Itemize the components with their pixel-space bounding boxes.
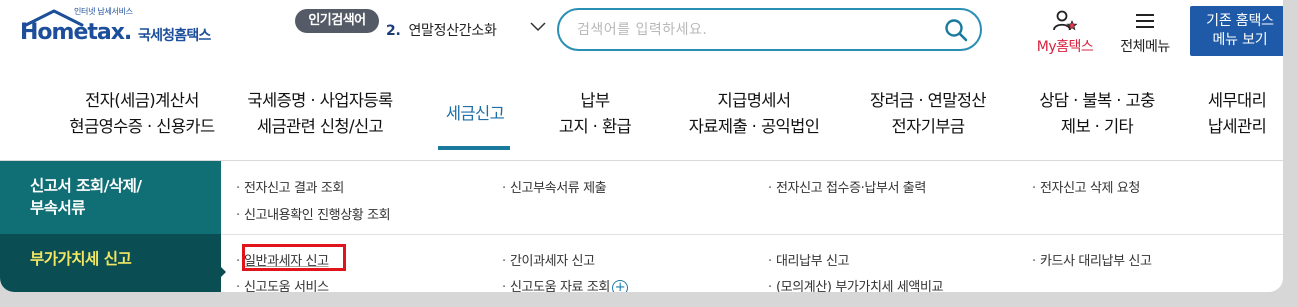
category-label: 부속서류	[30, 199, 86, 217]
gnb-incentive[interactable]: 장려금 · 연말정산 전자기부금	[848, 88, 1008, 140]
all-menu-label: 전체메뉴	[1120, 39, 1170, 55]
page: 인터넷 납세서비스 Hometax. 국세청홈택스 인기검색어 2. 연말정산간소…	[0, 0, 1283, 292]
link-label: 대리납부 신고	[776, 254, 850, 269]
gnb-label: 현금영수증 · 신용카드	[69, 117, 215, 136]
gnb-label: 전자(세금)계산서	[85, 91, 199, 110]
gnb-certificate[interactable]: 국세증명 · 사업자등록 세금관련 신청/신고	[232, 88, 408, 140]
active-tab-indicator	[438, 146, 510, 150]
popular-search-term[interactable]: 2. 연말정산간소화	[386, 20, 497, 40]
link-label: 전자신고 접수증·납부서 출력	[776, 181, 926, 196]
link-receipt-print[interactable]: · 전자신고 접수증·납부서 출력	[768, 177, 926, 196]
gnb-label: 세금관련 신청/신고	[256, 117, 384, 136]
bullet: ·	[236, 181, 240, 196]
gnb-label: 납부	[580, 91, 610, 110]
popular-search-text: 연말정산간소화	[408, 23, 497, 39]
link-filing-help-data[interactable]: · 신고도움 자료 조회 +	[502, 276, 628, 292]
link-simplified-taxpayer-return[interactable]: · 간이과세자 신고	[502, 250, 595, 269]
link-progress-inquiry[interactable]: · 신고내용확인 진행상황 조회	[236, 204, 391, 223]
search-box	[557, 8, 982, 51]
link-attachment-submit[interactable]: · 신고부속서류 제출	[502, 177, 607, 196]
link-label: 신고내용확인 진행상황 조회	[244, 208, 391, 223]
link-proxy-payment-return[interactable]: · 대리납부 신고	[768, 250, 849, 269]
bullet: ·	[768, 254, 772, 269]
legacy-menu-line1: 기존 홈택스	[1206, 13, 1274, 29]
plus-icon[interactable]: +	[611, 279, 628, 292]
link-label: 신고부속서류 제출	[510, 181, 607, 196]
link-e-filing-result[interactable]: · 전자신고 결과 조회	[236, 177, 344, 196]
legacy-menu-line2: 메뉴 보기	[1212, 32, 1268, 48]
link-label: 전자신고 결과 조회	[244, 181, 344, 196]
link-label: 간이과세자 신고	[510, 254, 595, 269]
link-label: 신고도움 자료 조회	[510, 280, 610, 292]
link-label: 카드사 대리납부 신고	[1040, 254, 1152, 269]
logo-subtitle: 국세청홈택스	[138, 28, 211, 44]
legacy-menu-button[interactable]: 기존 홈택스 메뉴 보기	[1190, 6, 1283, 56]
chevron-down-icon[interactable]	[530, 22, 546, 32]
gnb-tax-return[interactable]: 세금신고	[430, 101, 520, 127]
gnb-payment-statement[interactable]: 지급명세서 자료제출 · 공익법인	[666, 88, 842, 140]
gnb-label: 고지 · 환급	[558, 117, 632, 136]
bullet: ·	[236, 280, 240, 292]
gnb-label: 납세관리	[1207, 117, 1267, 136]
gnb-payment[interactable]: 납부 고지 · 환급	[540, 88, 650, 140]
category-label: 신고서 조회/삭제/	[30, 177, 142, 195]
logo-tagline: 인터넷 납세서비스	[74, 7, 133, 16]
gnb-label: 전자기부금	[891, 117, 966, 136]
gnb-label: 국세증명 · 사업자등록	[247, 91, 393, 110]
highlight-box	[242, 244, 346, 271]
category-return-inquiry[interactable]: 신고서 조회/삭제/ 부속서류	[0, 161, 221, 234]
popular-search-badge: 인기검색어	[295, 9, 379, 33]
user-star-icon	[1053, 10, 1078, 31]
bullet: ·	[502, 181, 506, 196]
main-navigation: 전자(세금)계산서 현금영수증 · 신용카드 국세증명 · 사업자등록 세금관련…	[0, 88, 1283, 152]
gnb-label: 세무대리	[1207, 91, 1267, 110]
my-hometax-label: My홈택스	[1036, 39, 1094, 55]
link-filing-help-service[interactable]: · 신고도움 서비스	[236, 276, 329, 292]
hamburger-icon	[1136, 14, 1154, 28]
link-vat-simulation[interactable]: · (모의계산) 부가가치세 세액비교	[768, 276, 943, 292]
link-card-proxy-payment[interactable]: · 카드사 대리납부 신고	[1032, 250, 1152, 269]
gnb-label: 상담 · 불복 · 고충	[1039, 91, 1155, 110]
gnb-tax-agent[interactable]: 세무대리 납세관리	[1196, 88, 1278, 140]
gnb-label: 세금신고	[445, 104, 505, 123]
bullet: ·	[768, 280, 772, 292]
gnb-label: 지급명세서	[717, 91, 792, 110]
search-input[interactable]	[577, 19, 927, 41]
bullet: ·	[502, 254, 506, 269]
my-hometax-button[interactable]: My홈택스	[1029, 10, 1101, 56]
logo-wordmark: Hometax.	[20, 20, 132, 45]
link-label: 신고도움 서비스	[244, 280, 329, 292]
search-icon[interactable]	[944, 18, 968, 42]
all-menu-button[interactable]: 전체메뉴	[1112, 10, 1178, 56]
divider	[221, 234, 1283, 235]
category-vat-return[interactable]: 부가가치세 신고	[0, 234, 221, 292]
gnb-label: 자료제출 · 공익법인	[688, 117, 820, 136]
bullet: ·	[236, 208, 240, 223]
gnb-e-invoice[interactable]: 전자(세금)계산서 현금영수증 · 신용카드	[54, 88, 230, 140]
bullet: ·	[1032, 254, 1036, 269]
link-delete-request[interactable]: · 전자신고 삭제 요청	[1032, 177, 1140, 196]
bullet: ·	[502, 280, 506, 292]
bullet: ·	[768, 181, 772, 196]
gnb-label: 장려금 · 연말정산	[870, 91, 987, 110]
active-category-arrow	[220, 266, 226, 278]
gnb-consulting[interactable]: 상담 · 불복 · 고충 제보 · 기타	[1022, 88, 1172, 140]
browser-frame: 인터넷 납세서비스 Hometax. 국세청홈택스 인기검색어 2. 연말정산간소…	[0, 0, 1298, 307]
link-label: 전자신고 삭제 요청	[1040, 181, 1140, 196]
bullet: ·	[1032, 181, 1036, 196]
gnb-label: 제보 · 기타	[1060, 117, 1134, 136]
popular-search-rank: 2.	[386, 23, 401, 39]
category-label: 부가가치세 신고	[30, 250, 132, 268]
hometax-logo[interactable]: 인터넷 납세서비스 Hometax. 국세청홈택스	[14, 6, 234, 50]
link-label: (모의계산) 부가가치세 세액비교	[776, 280, 944, 292]
